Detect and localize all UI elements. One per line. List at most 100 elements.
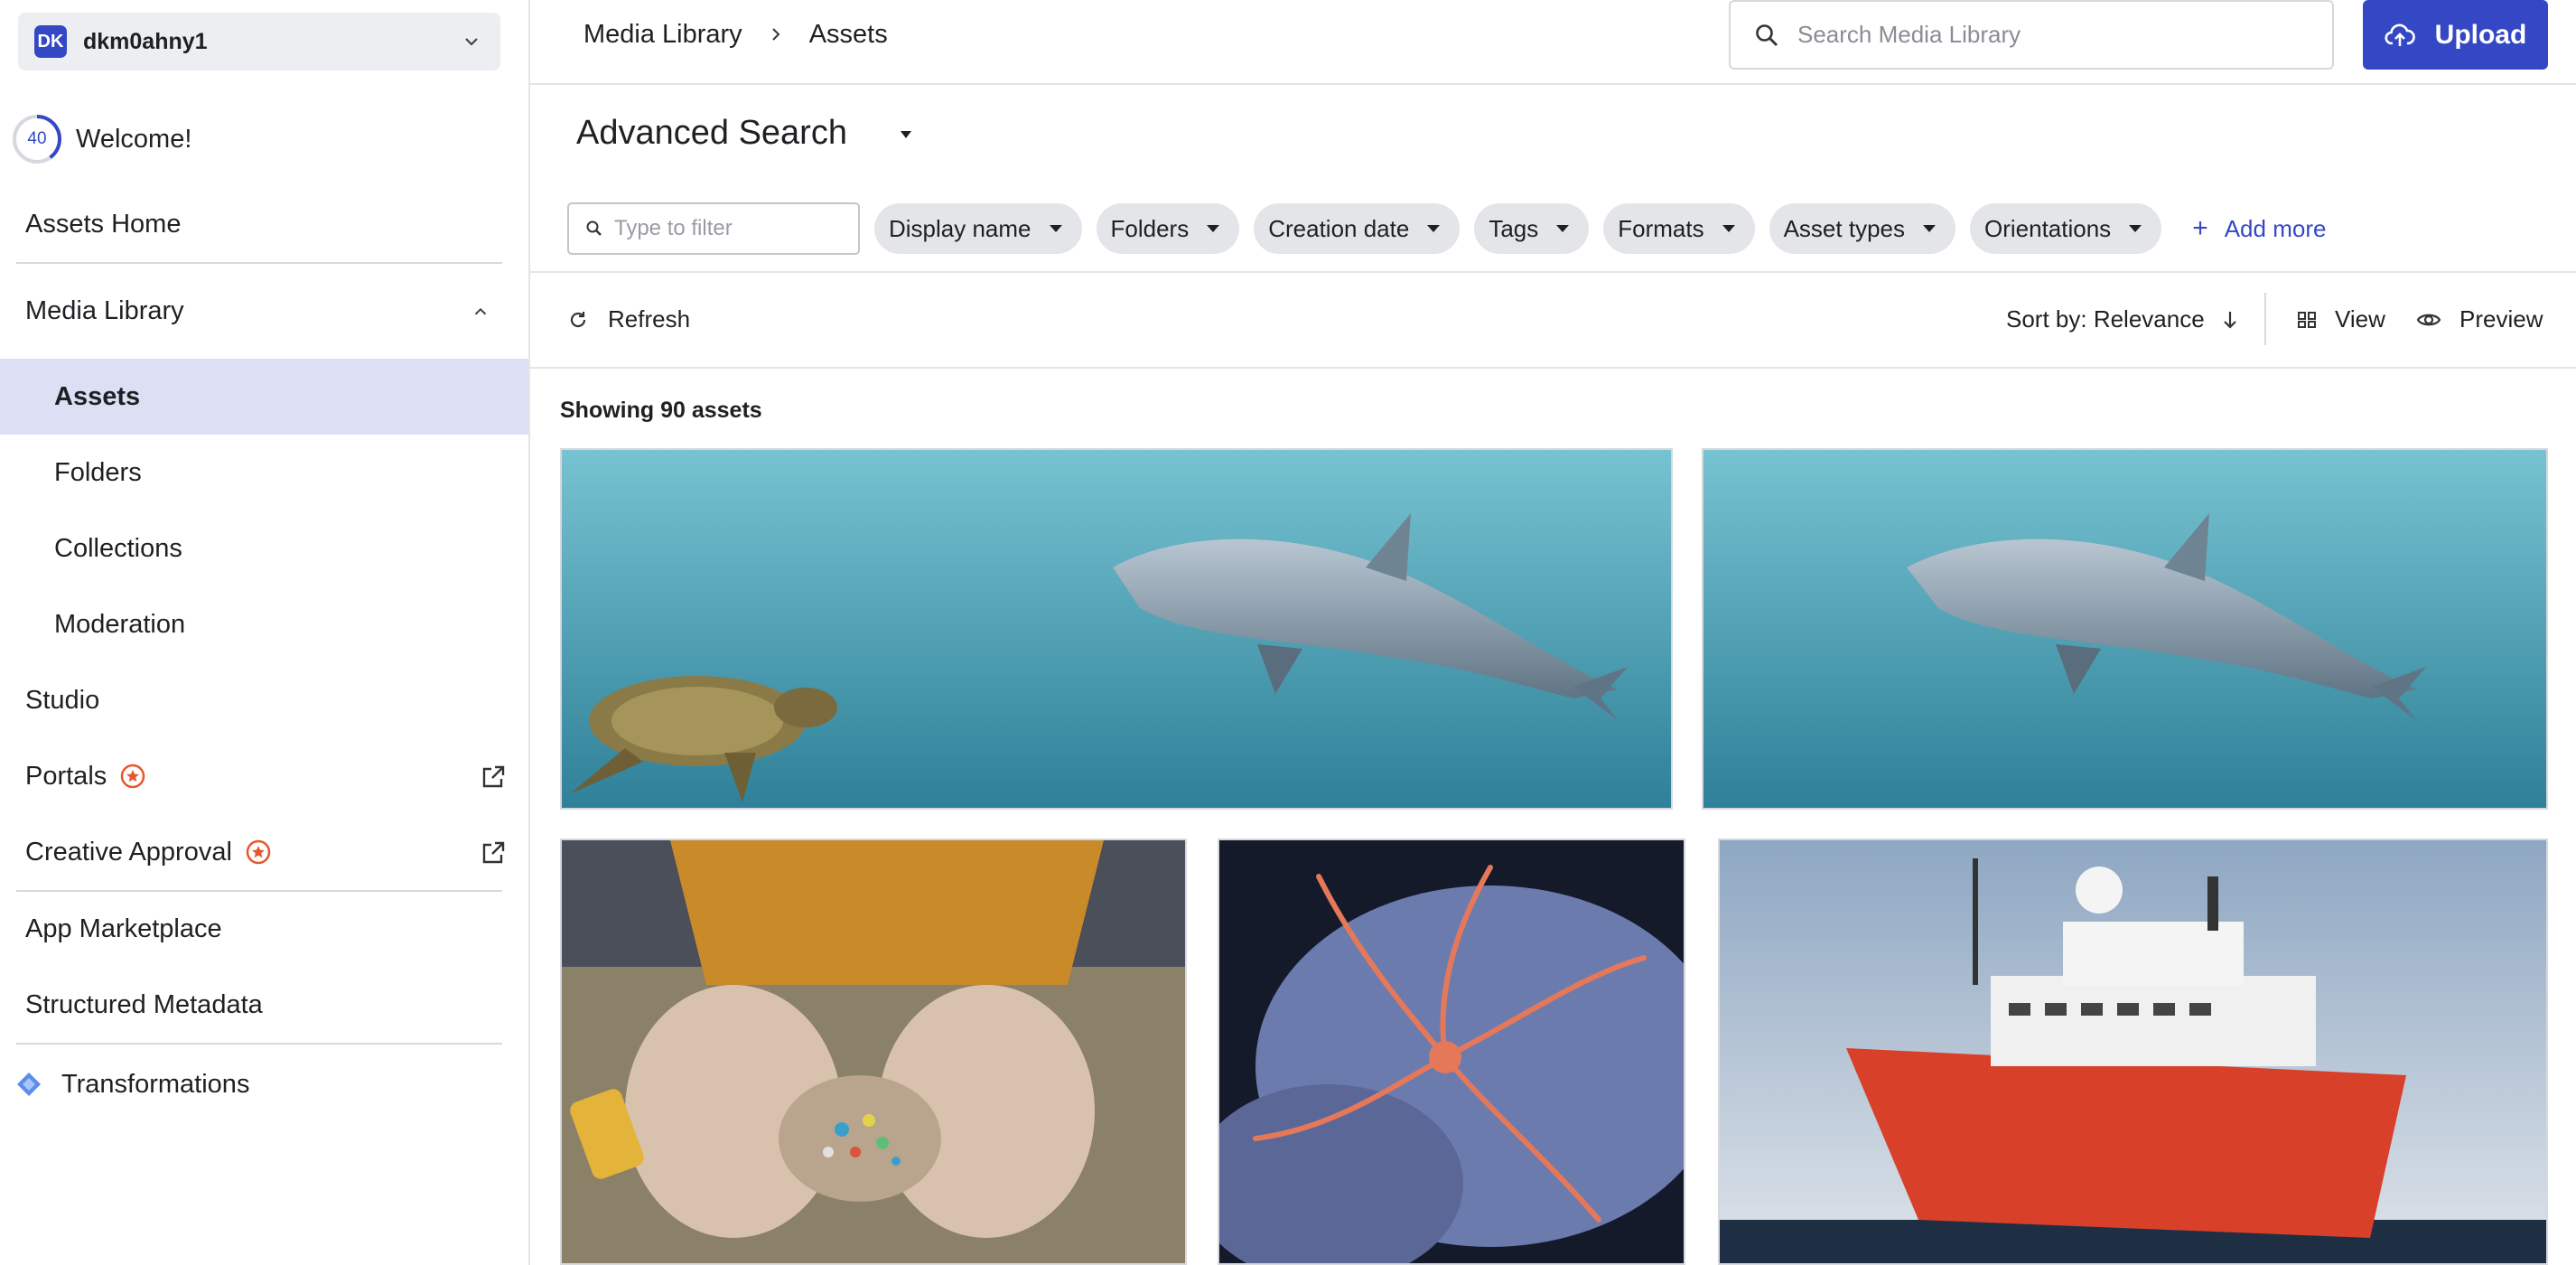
premium-star-icon (121, 764, 145, 789)
chip-label: Asset types (1783, 214, 1905, 242)
sidebar-item-label: Moderation (54, 609, 186, 639)
sidebar-item-label: App Marketplace (25, 914, 222, 943)
sidebar-item-label: Media Library (25, 295, 184, 325)
asset-thumbnail (1720, 840, 2546, 1263)
caret-down-icon (1556, 225, 1570, 232)
search-bar[interactable] (1729, 0, 2334, 70)
caret-down-icon (2129, 225, 2142, 232)
sidebar-item-portals[interactable]: Portals (0, 738, 528, 814)
asset-tile-dolphin[interactable] (1702, 448, 2548, 810)
sidebar-item-label: Creative Approval (25, 837, 232, 867)
chip-label: Folders (1110, 214, 1190, 242)
sidebar-item-assets-home[interactable]: Assets Home (0, 186, 528, 262)
cloud-upload-icon (2385, 23, 2415, 46)
account-avatar: DK (34, 25, 67, 58)
divider (2264, 293, 2266, 345)
results-count: Showing 90 assets (560, 398, 762, 423)
sidebar-item-label: Studio (25, 685, 100, 715)
chip-label: Formats (1618, 214, 1704, 242)
breadcrumb-assets: Assets (808, 19, 888, 49)
caret-down-icon (1049, 225, 1062, 232)
preview-label: Preview (2459, 305, 2543, 333)
filter-chip-asset-types[interactable]: Asset types (1769, 203, 1955, 254)
upload-button[interactable]: Upload (2363, 0, 2548, 70)
welcome-onboarding[interactable]: 40 Welcome! (11, 113, 191, 165)
asset-tile-research-ship[interactable] (1718, 839, 2548, 1265)
filter-bar: Display name Folders Creation date Tags … (567, 202, 2326, 255)
divider (16, 262, 502, 264)
sidebar-item-label: Transformations (61, 1069, 250, 1099)
search-icon (1756, 23, 1778, 46)
sidebar-item-studio[interactable]: Studio (0, 662, 528, 738)
filter-chip-creation-date[interactable]: Creation date (1254, 203, 1461, 254)
upload-label: Upload (2434, 19, 2527, 50)
asset-tile-dolphin-turtle[interactable] (560, 448, 1673, 810)
caret-down-icon (1722, 225, 1735, 232)
sidebar-item-folders[interactable]: Folders (0, 435, 528, 511)
asset-thumbnail (1219, 840, 1684, 1263)
grid-icon (2298, 311, 2316, 328)
chip-label: Display name (889, 214, 1031, 242)
asset-tile-brittle-star[interactable] (1218, 839, 1685, 1265)
refresh-label: Refresh (608, 305, 691, 333)
sidebar-item-media-library[interactable]: Media Library (0, 273, 528, 349)
caret-down-icon (1207, 225, 1220, 232)
transformations-icon (17, 1073, 41, 1096)
filter-chip-folders[interactable]: Folders (1096, 203, 1240, 254)
view-toggle[interactable]: View (2297, 305, 2385, 333)
asset-thumbnail (562, 450, 1671, 808)
breadcrumb: Media Library Assets (583, 18, 888, 51)
breadcrumb-media-library[interactable]: Media Library (583, 20, 742, 50)
sidebar-item-transformations[interactable]: Transformations (0, 1046, 528, 1122)
search-input[interactable] (1797, 21, 2303, 49)
preview-toggle[interactable]: Preview (2416, 305, 2543, 333)
account-switcher[interactable]: DK dkm0ahny1 (18, 13, 500, 70)
asset-thumbnail (562, 840, 1185, 1263)
eye-icon (2416, 314, 2441, 325)
filter-chip-orientations[interactable]: Orientations (1970, 203, 2162, 254)
add-more-label: Add more (2224, 214, 2327, 242)
sidebar-item-label: Folders (54, 457, 142, 487)
premium-star-icon (246, 839, 271, 865)
chevron-down-icon (465, 38, 478, 46)
add-more-filters-button[interactable]: + Add more (2192, 213, 2326, 244)
sidebar-item-assets[interactable]: Assets (0, 359, 528, 435)
sidebar-item-collections[interactable]: Collections (0, 511, 528, 586)
external-link-icon (482, 841, 505, 864)
chip-label: Orientations (1984, 214, 2112, 242)
search-icon (586, 220, 602, 236)
asset-thumbnail (1703, 450, 2546, 808)
advanced-search-title[interactable]: Advanced Search (576, 114, 847, 153)
caret-down-icon (1923, 225, 1936, 232)
divider (16, 1043, 502, 1045)
sidebar-item-structured-metadata[interactable]: Structured Metadata (0, 967, 528, 1043)
sidebar-item-label: Structured Metadata (25, 989, 263, 1019)
filter-chip-formats[interactable]: Formats (1603, 203, 1755, 254)
asset-tile-microplastics[interactable] (560, 839, 1187, 1265)
refresh-icon (570, 311, 586, 327)
top-bar: Media Library Assets Upload (530, 0, 2576, 85)
sidebar-item-label: Portals (25, 761, 107, 791)
filter-input[interactable] (614, 216, 840, 241)
sidebar-item-creative-approval[interactable]: Creative Approval (0, 814, 528, 890)
refresh-button[interactable]: Refresh (568, 305, 690, 333)
view-label: View (2335, 305, 2385, 333)
welcome-label: Welcome! (76, 124, 192, 154)
external-link-icon (482, 765, 505, 788)
sidebar-item-moderation[interactable]: Moderation (0, 586, 528, 662)
caret-down-icon[interactable] (896, 128, 916, 141)
sort-dropdown[interactable]: Sort by: Relevance (2006, 305, 2239, 333)
chip-label: Tags (1489, 214, 1539, 242)
sidebar-item-label: Assets (54, 381, 141, 411)
progress-value: 40 (27, 129, 47, 148)
filter-chip-display-name[interactable]: Display name (874, 203, 1082, 254)
filter-field[interactable] (567, 202, 860, 255)
account-name: dkm0ahny1 (83, 28, 208, 54)
sidebar-item-app-marketplace[interactable]: App Marketplace (0, 891, 528, 967)
sort-label: Sort by: Relevance (2006, 305, 2205, 333)
chip-label: Creation date (1268, 214, 1410, 242)
chevron-right-icon (771, 28, 780, 41)
progress-ring: 40 (11, 113, 63, 165)
sidebar-item-label: Assets Home (25, 209, 182, 239)
filter-chip-tags[interactable]: Tags (1474, 203, 1590, 254)
